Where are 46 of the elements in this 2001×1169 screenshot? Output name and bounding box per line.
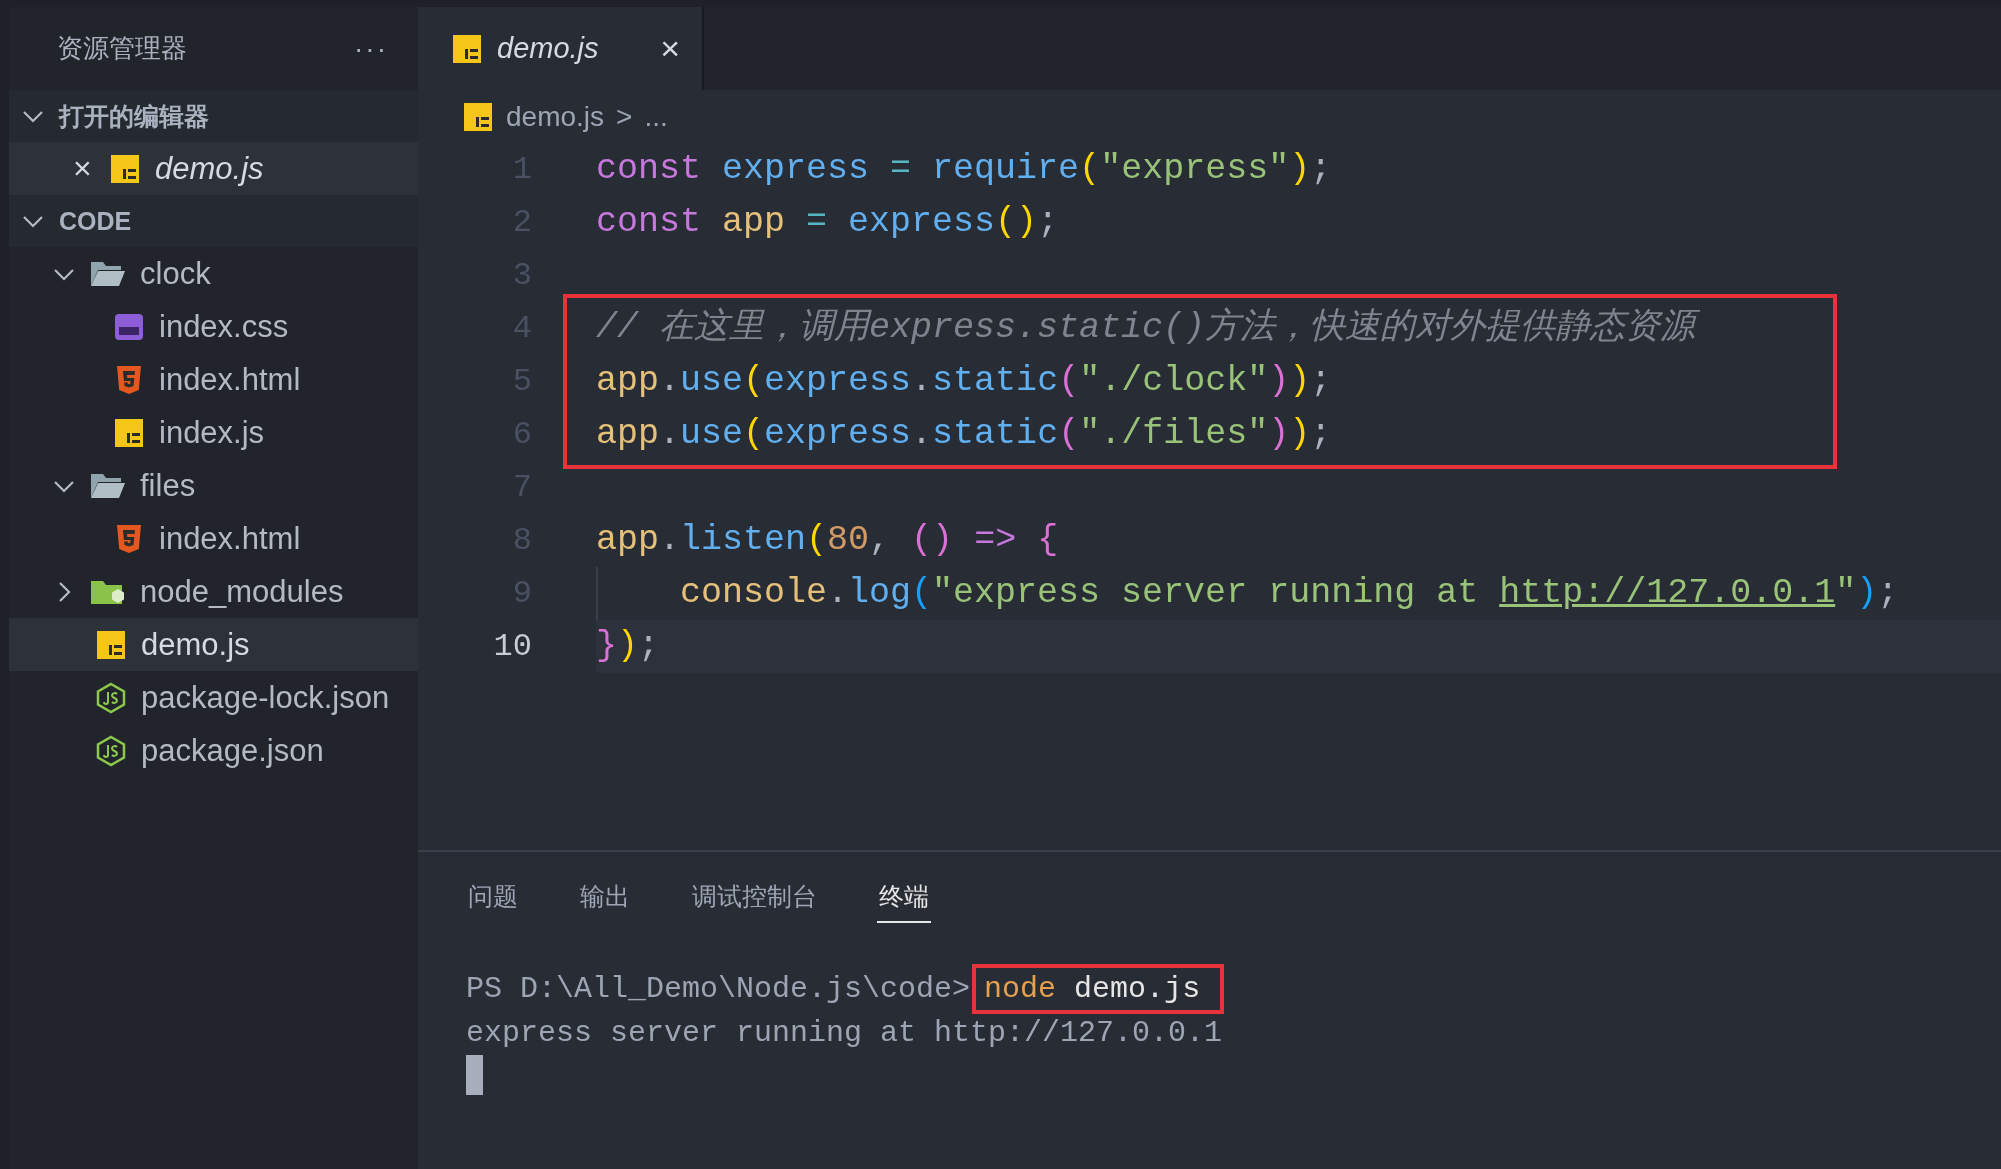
code-line: console.log("express server running at http://127.0.0.1"); [680, 572, 1900, 615]
file-row[interactable]: index.css [9, 300, 418, 353]
js-file-icon [113, 416, 145, 449]
breadcrumb-separator: > [616, 100, 633, 133]
panel-tab[interactable]: 调试控制台 [690, 865, 819, 923]
code-line: app.use(express.static("./clock")); [596, 360, 1333, 403]
code-line: const app = express(); [596, 201, 1060, 244]
code-line: const express = require("express"); [596, 148, 1333, 191]
explorer-title: 资源管理器 [57, 32, 187, 65]
terminal-command: node [984, 972, 1057, 1006]
code-line: app.listen(80, () => { [596, 519, 1060, 562]
file-row[interactable]: demo.js [9, 618, 418, 671]
folder-row[interactable]: files [9, 459, 418, 512]
section-header[interactable]: 打开的编辑器 [9, 90, 418, 142]
close-icon[interactable]: × [73, 150, 95, 187]
hexagon-icon [95, 681, 127, 714]
panel-tab[interactable]: 终端 [877, 865, 931, 923]
js-file-icon [109, 152, 141, 185]
line-number: 10 [492, 628, 532, 665]
hexagon-icon [95, 734, 127, 767]
editor-tab[interactable]: demo.js × [418, 7, 704, 90]
folder-row[interactable]: node_modules [9, 565, 418, 618]
open-editor-item[interactable]: × demo.js [9, 142, 418, 195]
js-file-icon [451, 32, 483, 65]
file-row[interactable]: index.js [9, 406, 418, 459]
code-line: app.use(express.static("./files")); [596, 413, 1333, 456]
js-file-icon [95, 628, 127, 661]
file-row[interactable]: index.html [9, 512, 418, 565]
terminal-output: express server running at http://127.0.0.1 [466, 1015, 1223, 1050]
more-actions-button[interactable]: ··· [354, 32, 388, 65]
folder-row[interactable]: clock [9, 247, 418, 300]
js-file-icon [462, 100, 494, 133]
terminal-prompt: PS D:\All_Demo\Node.js\code> [466, 972, 971, 1006]
breadcrumb-item[interactable]: demo.js [506, 100, 605, 133]
code-line: // 在这里，调用express.static()方法，快速的对外提供静态资源 [596, 302, 1710, 355]
file-row[interactable]: package-lock.json [9, 671, 418, 724]
terminal-argument: demo.js [1074, 972, 1201, 1006]
terminal-cursor [466, 1055, 483, 1095]
file-row[interactable]: package.json [9, 724, 418, 777]
close-icon[interactable]: × [660, 29, 680, 68]
section-header[interactable]: CODE [9, 195, 418, 247]
breadcrumb-item[interactable]: ... [644, 100, 668, 133]
panel-tab[interactable]: 输出 [578, 865, 632, 923]
file-row[interactable]: index.html [9, 353, 418, 406]
panel-tab[interactable]: 问题 [466, 865, 520, 923]
code-line: }); [596, 625, 661, 668]
